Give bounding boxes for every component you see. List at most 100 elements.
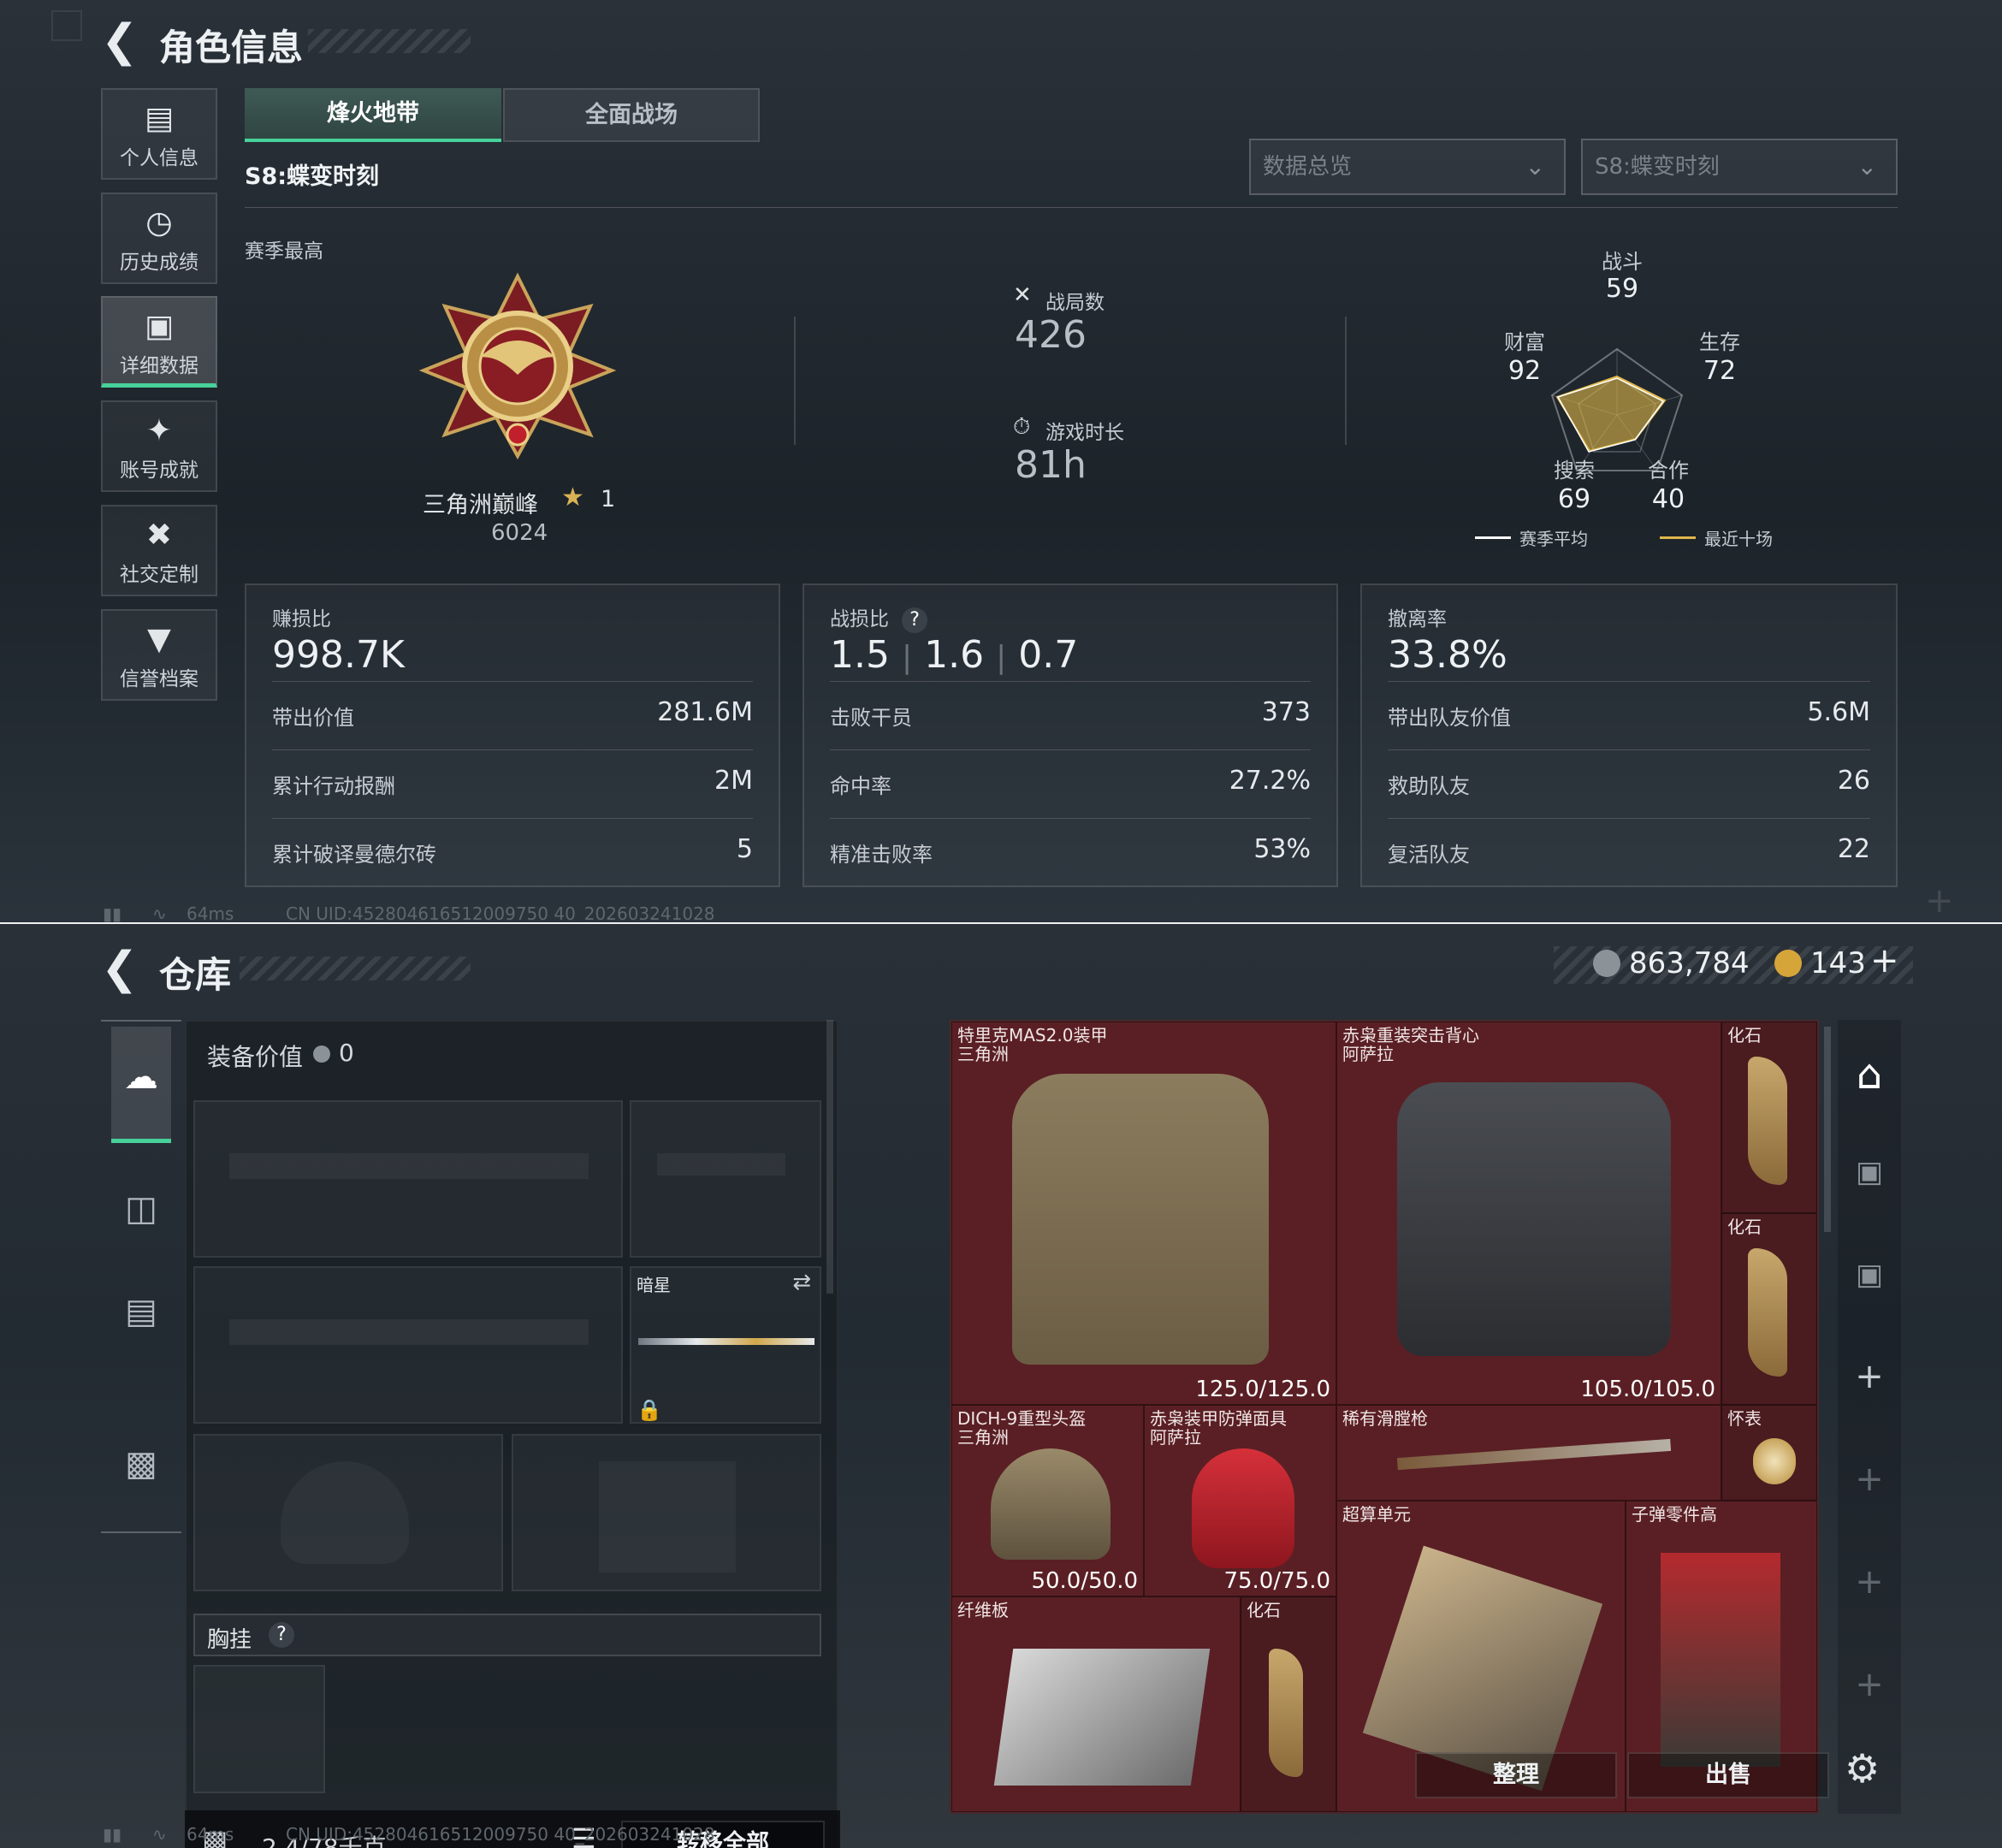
season-title: S8:蝶变时刻 <box>245 163 380 190</box>
radar-combat-value: 59 <box>1605 274 1639 304</box>
back-arrow-icon[interactable]: ❮ <box>101 943 139 994</box>
nav-detailed-data[interactable]: ▣ 详细数据 <box>101 296 217 388</box>
warehouse-icon[interactable]: ⌂ <box>1839 1051 1899 1099</box>
radar-search-label: 搜索 <box>1554 459 1595 483</box>
gold-coin-icon <box>1774 950 1802 977</box>
helmet-item[interactable]: DICH-9重型头盔 三角洲 50.0/50.0 <box>951 1405 1144 1596</box>
playtime-label: 游戏时长 <box>1045 422 1124 444</box>
fossil-icon <box>1748 1057 1787 1185</box>
card-title: 赚损比 <box>272 608 331 631</box>
radar-coop-value: 40 <box>1651 484 1685 514</box>
add-container-icon[interactable]: + <box>1839 1357 1899 1396</box>
melee-slot[interactable]: 暗星 ⇄ 🔒 <box>630 1266 821 1424</box>
swap-icon[interactable]: ⇄ <box>792 1270 811 1295</box>
tab-warzone[interactable]: 烽火地带 <box>245 88 501 142</box>
radar-coop-label: 合作 <box>1648 459 1689 483</box>
briefcase-icon[interactable]: ▩ <box>111 1444 171 1484</box>
data-overview-dropdown[interactable]: 数据总览 ⌄ <box>1249 139 1566 195</box>
history-icon: ◷ <box>145 205 173 240</box>
armor-silhouette-icon <box>599 1461 736 1573</box>
nav-credit[interactable]: ▼ 信誉档案 <box>101 609 217 701</box>
ammo-box-icon <box>1661 1553 1780 1767</box>
kd-value-3: 0.7 <box>1018 633 1079 677</box>
gear-icon[interactable]: ⚙ <box>1845 1745 1880 1792</box>
scrollbar[interactable] <box>826 1020 833 1294</box>
sidearm-slot[interactable] <box>630 1100 821 1258</box>
add-container-icon[interactable]: + <box>1839 1460 1899 1499</box>
armor-item[interactable]: 特里克MAS2.0装甲 三角洲 125.0/125.0 <box>951 1022 1336 1405</box>
add-container-icon[interactable]: + <box>1839 1562 1899 1602</box>
rifle-silhouette-icon <box>229 1319 589 1345</box>
extraction-card: 撤离率 33.8% 带出队友价值 5.6M 救助队友 26 复活队友 22 <box>1360 583 1898 887</box>
tab-full-battle[interactable]: 全面战场 <box>503 88 760 142</box>
equip-value: 0 <box>339 1039 354 1067</box>
fossil-item[interactable]: 化石 <box>1721 1213 1817 1405</box>
fiberboard-item[interactable]: 纤维板 <box>951 1596 1241 1812</box>
matches-value: 426 <box>1015 313 1087 357</box>
coin-icon <box>313 1045 330 1063</box>
safe-box-icon[interactable]: ▣ <box>1839 1155 1899 1189</box>
helmet-slot[interactable] <box>193 1434 503 1591</box>
secondary-weapon-slot[interactable] <box>193 1266 623 1424</box>
uid: CN UID:452804616512009750 40_20260324102… <box>286 1824 715 1845</box>
chevron-down-icon: ⌄ <box>1857 152 1877 181</box>
add-container-icon[interactable]: + <box>1839 1665 1899 1704</box>
watch-icon <box>1753 1438 1796 1484</box>
stat-row: 带出队友价值 5.6M <box>1388 681 1870 746</box>
card-title: 战损比 <box>830 608 889 631</box>
safe-box-icon[interactable]: ▣ <box>1839 1258 1899 1292</box>
nav-top-line <box>101 1020 181 1022</box>
stat-row: 救助队友 26 <box>1388 749 1870 814</box>
fossil-item[interactable]: 化石 <box>1721 1022 1817 1213</box>
armor-slot[interactable] <box>512 1434 821 1591</box>
sort-button[interactable]: 整理 <box>1415 1752 1617 1798</box>
timer-icon: ⏱ <box>1013 414 1031 440</box>
profit-loss-card: 赚损比 998.7K 带出价值 281.6M 累计行动报酬 2M 累计破译曼德尔砖 5 <box>245 583 780 887</box>
helmet-icon <box>991 1448 1111 1560</box>
help-icon[interactable]: ? <box>902 607 928 633</box>
fossil-icon <box>1748 1248 1787 1377</box>
back-arrow-icon[interactable]: ❮ <box>101 15 139 67</box>
page-title: 角色信息 <box>159 27 304 68</box>
nav-personal-info[interactable]: ▤ 个人信息 <box>101 88 217 180</box>
battery-icon: ▮▮ <box>103 903 122 922</box>
matches-label: 战局数 <box>1045 292 1105 314</box>
kd-value-1: 1.5 <box>830 633 890 677</box>
add-currency-icon[interactable]: + <box>1870 941 1899 980</box>
backpack-icon[interactable]: ◫ <box>111 1189 171 1229</box>
nav-achievements[interactable]: ✦ 账号成就 <box>101 400 217 492</box>
fossil-icon <box>1269 1649 1303 1777</box>
tools-icon: ✖ <box>145 518 173 553</box>
corner-square <box>51 10 82 41</box>
chest-rig-label: 胸挂 <box>207 1627 252 1653</box>
chest-rig-slot[interactable] <box>193 1665 325 1793</box>
ping: 64ms <box>187 1824 234 1845</box>
header-divider <box>245 207 1898 208</box>
vest-icon <box>1397 1082 1671 1356</box>
season-best-label: 赛季最高 <box>245 240 323 263</box>
kd-value-2: 1.6 <box>924 633 985 677</box>
primary-weapon-slot[interactable] <box>193 1100 623 1258</box>
season-dropdown[interactable]: S8:蝶变时刻 ⌄ <box>1581 139 1898 195</box>
nav-weapons[interactable]: ☁ <box>111 1027 171 1143</box>
mask-item[interactable]: 赤枭装甲防弹面具 阿萨拉 75.0/75.0 <box>1144 1405 1336 1596</box>
equip-value-label: 装备价值 <box>207 1043 304 1071</box>
sell-button[interactable]: 出售 <box>1627 1752 1829 1798</box>
crossed-swords-icon: ✕ <box>1013 282 1032 308</box>
scrollbar[interactable] <box>1824 1027 1831 1232</box>
ping: 64ms <box>187 903 234 922</box>
nav-history[interactable]: ◷ 历史成绩 <box>101 192 217 284</box>
musket-item[interactable]: 稀有滑膛枪 <box>1336 1405 1721 1501</box>
radar-search-value: 69 <box>1557 484 1591 514</box>
help-icon[interactable]: ? <box>269 1622 294 1648</box>
rank-name: 三角洲巅峰 <box>423 492 538 518</box>
wifi-icon: ∿ <box>152 1824 167 1845</box>
assault-vest-item[interactable]: 赤枭重装突击背心 阿萨拉 105.0/105.0 <box>1336 1022 1721 1405</box>
plus-icon: + <box>1925 881 1954 921</box>
container-icon[interactable]: ▤ <box>111 1292 171 1331</box>
nav-social[interactable]: ✖ 社交定制 <box>101 505 217 596</box>
fossil-item[interactable]: 化石 <box>1241 1596 1336 1812</box>
pocket-watch-item[interactable]: 怀表 <box>1721 1405 1817 1501</box>
melee-name: 暗星 <box>637 1275 671 1295</box>
achievement-icon: ✦ <box>145 413 173 448</box>
